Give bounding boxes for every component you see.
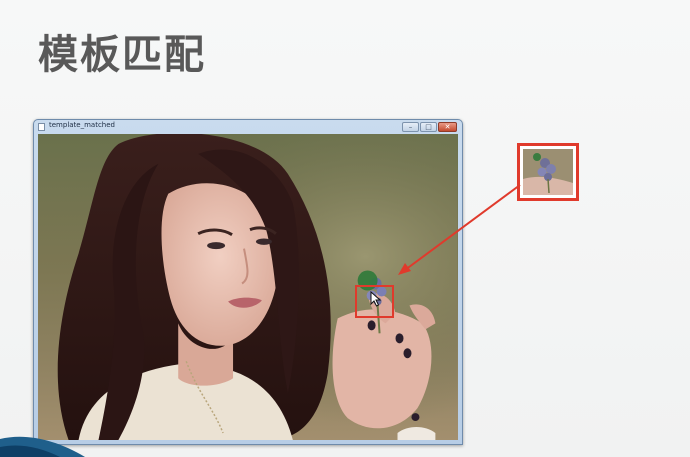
move-cursor-icon: [370, 291, 382, 307]
slide-title: 模板匹配: [38, 32, 206, 78]
close-button[interactable]: ✕: [438, 122, 457, 132]
minimize-button[interactable]: –: [402, 122, 419, 132]
slide: 模板匹配 template_matched – □ ✕: [0, 0, 690, 457]
window-controls: – □ ✕: [402, 122, 457, 132]
template-flower-image: [523, 149, 573, 195]
template-thumbnail: [517, 143, 579, 201]
maximize-button[interactable]: □: [420, 122, 437, 132]
window-icon: [38, 123, 45, 131]
window-image-area: [38, 134, 458, 440]
window-titlebar[interactable]: template_matched – □ ✕: [34, 120, 462, 134]
template-matched-window[interactable]: template_matched – □ ✕: [33, 119, 463, 445]
photo-woman-holding-flower: [38, 134, 458, 440]
slide-decoration: [0, 436, 85, 457]
window-title: template_matched: [49, 121, 115, 129]
template-image: [523, 149, 573, 195]
